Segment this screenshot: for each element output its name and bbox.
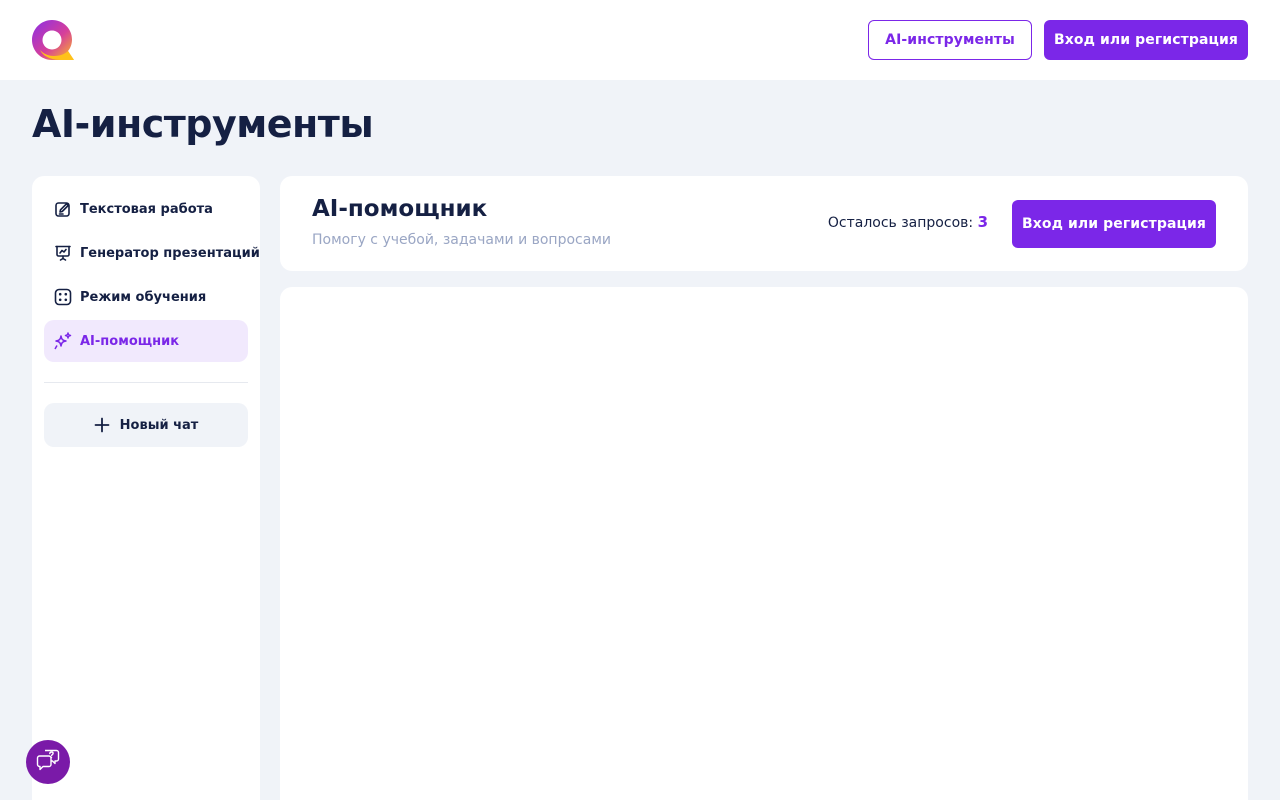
- requests-remaining: Осталось запросов: 3: [828, 213, 988, 231]
- page-title: AI-инструменты: [32, 102, 374, 146]
- edit-document-icon: [54, 200, 72, 218]
- sidebar-item-ai-assistant[interactable]: AI-помощник: [44, 320, 248, 362]
- sparkles-icon: [54, 332, 72, 350]
- new-chat-label: Новый чат: [119, 417, 199, 433]
- assistant-subtitle: Помогу с учебой, задачами и вопросами: [312, 232, 611, 248]
- ai-tools-button[interactable]: AI-инструменты: [868, 20, 1032, 60]
- sidebar-divider: [44, 382, 248, 383]
- brand-logo-icon[interactable]: [32, 20, 74, 60]
- sidebar-item-presentation-generator[interactable]: Генератор презентаций: [44, 232, 260, 274]
- sidebar-item-label: Режим обучения: [80, 289, 207, 305]
- requests-count: 3: [977, 213, 988, 231]
- new-chat-button[interactable]: Новый чат: [44, 403, 248, 447]
- sidebar-item-label: Текстовая работа: [80, 201, 213, 217]
- sidebar-item-label: AI-помощник: [80, 333, 180, 349]
- dice-grid-icon: [54, 288, 72, 306]
- presentation-icon: [54, 244, 72, 262]
- assistant-title: AI-помощник: [312, 196, 488, 222]
- support-chat-button[interactable]: [26, 740, 70, 784]
- chat-area: [280, 287, 1248, 800]
- top-header: AI-инструменты Вход или регистрация: [0, 0, 1280, 80]
- chat-help-icon: [36, 749, 60, 775]
- sidebar-item-label: Генератор презентаций: [80, 245, 260, 261]
- requests-label: Осталось запросов:: [827, 215, 974, 231]
- assistant-header-card: AI-помощник Помогу с учебой, задачами и …: [280, 176, 1248, 271]
- sidebar-item-text-work[interactable]: Текстовая работа: [44, 188, 248, 230]
- sidebar: Текстовая работа Генератор презентаций Р…: [32, 176, 260, 800]
- plus-icon: [94, 417, 110, 433]
- sidebar-item-learning-mode[interactable]: Режим обучения: [44, 276, 248, 318]
- card-login-register-button[interactable]: Вход или регистрация: [1012, 200, 1216, 248]
- login-register-button[interactable]: Вход или регистрация: [1044, 20, 1248, 60]
